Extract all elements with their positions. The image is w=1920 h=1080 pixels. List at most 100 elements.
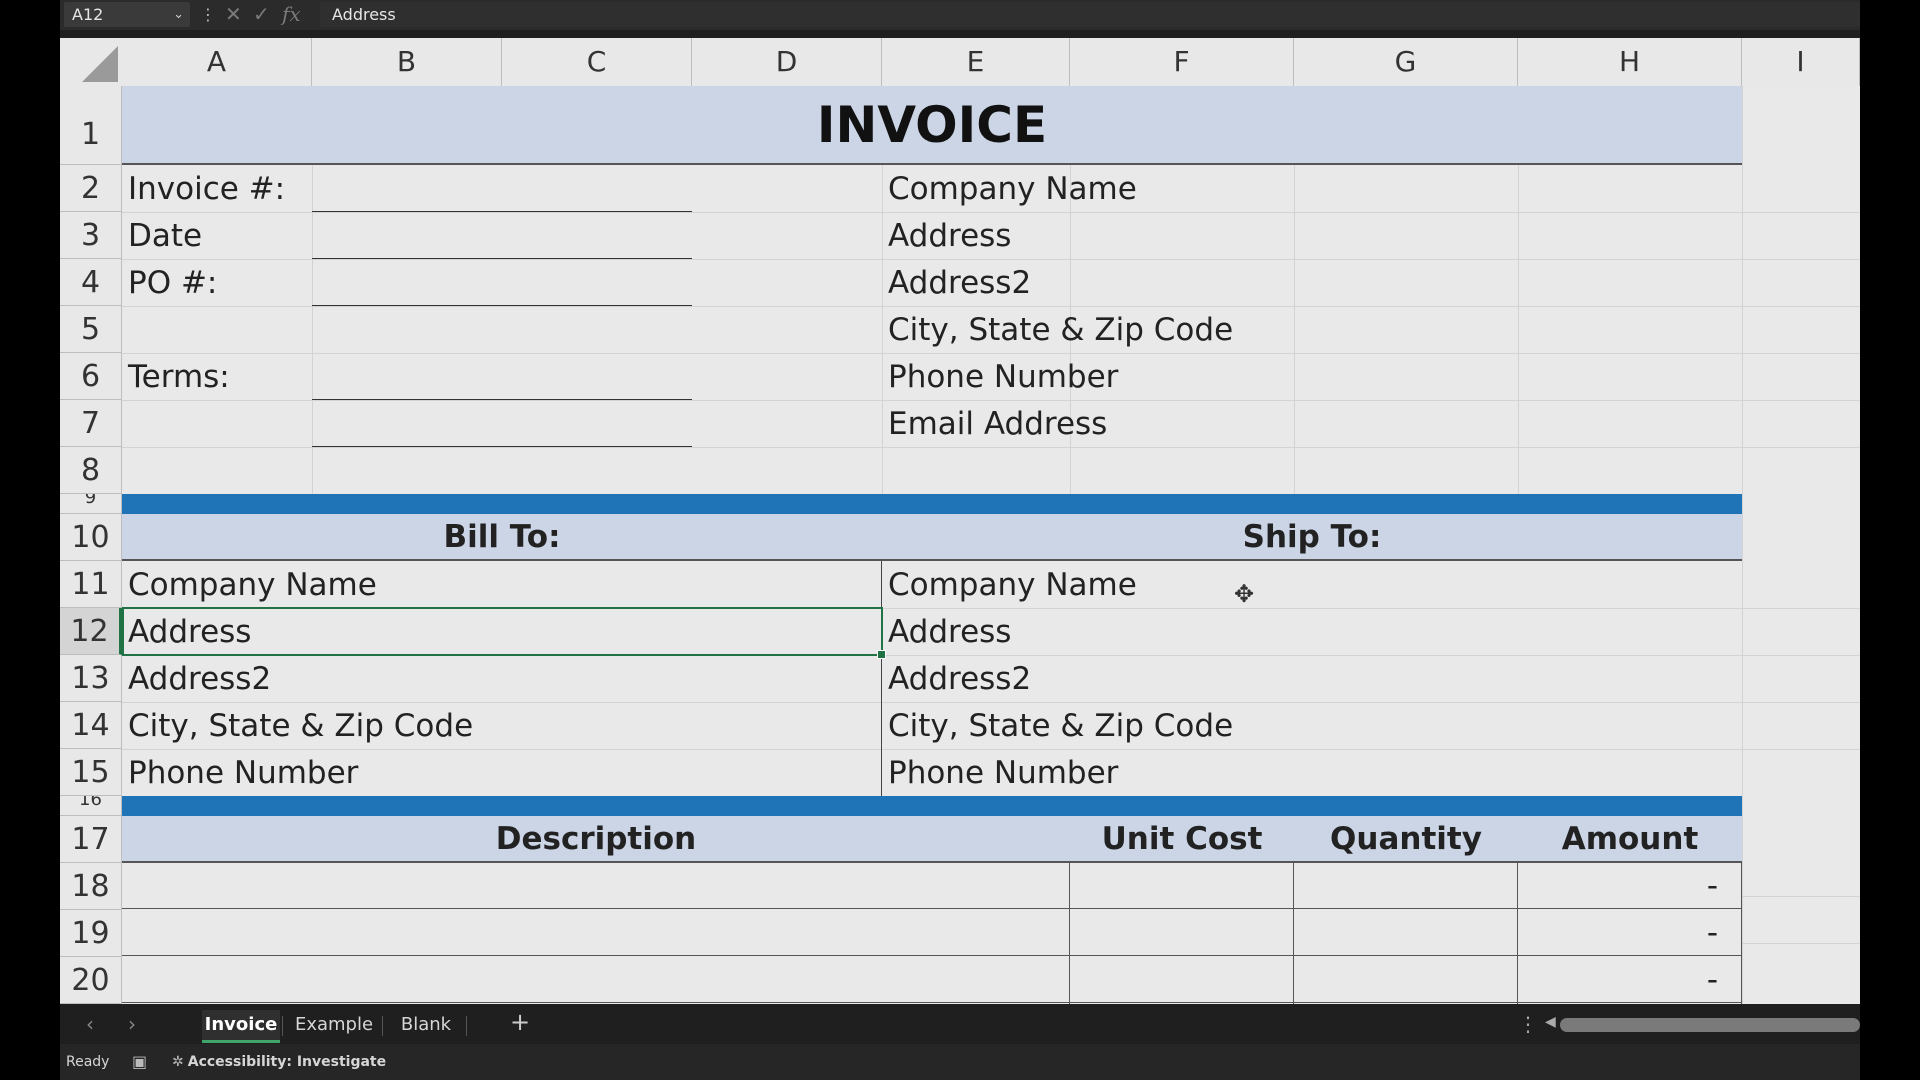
- company-name[interactable]: Company Name: [882, 165, 1282, 212]
- unit-cost-header[interactable]: Unit Cost: [1070, 816, 1294, 862]
- accessibility-label: Accessibility: Investigate: [187, 1054, 387, 1070]
- date-label[interactable]: Date: [122, 212, 312, 259]
- move-cursor-icon: ✥: [1234, 580, 1255, 608]
- accessibility-icon: ✲: [172, 1054, 184, 1070]
- border-line: [312, 211, 692, 212]
- horizontal-scrollbar[interactable]: [1560, 1018, 1860, 1032]
- border-line: [122, 955, 1742, 956]
- ship-to-city[interactable]: City, State & Zip Code: [882, 702, 1742, 749]
- row-header-13[interactable]: 13: [60, 655, 122, 702]
- row-header-3[interactable]: 3: [60, 212, 122, 259]
- scroll-left-icon[interactable]: ◀: [1545, 1014, 1556, 1030]
- column-header-i[interactable]: I: [1742, 38, 1860, 86]
- row-header-6[interactable]: 6: [60, 353, 122, 400]
- more-options-icon[interactable]: ⋮: [200, 2, 216, 27]
- invoice-title[interactable]: INVOICE: [122, 86, 1742, 164]
- column-header-e[interactable]: E: [882, 38, 1070, 86]
- row-header-1[interactable]: 1: [60, 86, 122, 165]
- row-header-2[interactable]: 2: [60, 165, 122, 212]
- tab-separator: [466, 1016, 467, 1036]
- name-box[interactable]: A12 ⌄: [64, 2, 190, 27]
- enter-icon[interactable]: ✓: [253, 2, 270, 27]
- row-header-12[interactable]: 12: [60, 608, 122, 655]
- po-number-label[interactable]: PO #:: [122, 259, 312, 306]
- column-header-g[interactable]: G: [1294, 38, 1518, 86]
- amount-header[interactable]: Amount: [1518, 816, 1742, 862]
- ship-to-header[interactable]: Ship To:: [882, 514, 1742, 560]
- chevron-down-icon[interactable]: ⌄: [173, 2, 184, 27]
- row-header-11[interactable]: 11: [60, 561, 122, 608]
- column-header-d[interactable]: D: [692, 38, 882, 86]
- amount-cell[interactable]: -: [1518, 910, 1718, 956]
- description-header[interactable]: Description: [122, 816, 1070, 862]
- row-header-5[interactable]: 5: [60, 306, 122, 353]
- macro-recording-icon[interactable]: ▣: [132, 1052, 147, 1071]
- terms-label[interactable]: Terms:: [122, 353, 312, 400]
- sheet-tab-example[interactable]: Example: [288, 1010, 380, 1040]
- border-line: [1069, 863, 1070, 1004]
- ship-to-address[interactable]: Address: [882, 608, 1742, 655]
- row-header-9[interactable]: 9: [60, 494, 122, 514]
- ship-to-company[interactable]: Company Name: [882, 561, 1742, 608]
- column-header-a[interactable]: A: [122, 38, 312, 86]
- ship-to-address2[interactable]: Address2: [882, 655, 1742, 702]
- column-header-f[interactable]: F: [1070, 38, 1294, 86]
- gridline: [122, 447, 1860, 448]
- row-header-8[interactable]: 8: [60, 447, 122, 494]
- tab-separator: [382, 1016, 383, 1036]
- amount-cell[interactable]: -: [1518, 863, 1718, 909]
- add-sheet-icon[interactable]: +: [510, 1008, 530, 1036]
- gridline: [1742, 86, 1743, 1004]
- select-all-button[interactable]: [60, 38, 122, 86]
- row-header-4[interactable]: 4: [60, 259, 122, 306]
- company-address[interactable]: Address: [882, 212, 1282, 259]
- border-line: [312, 258, 692, 259]
- row-header-14[interactable]: 14: [60, 702, 122, 749]
- row-header-10[interactable]: 10: [60, 514, 122, 561]
- company-email[interactable]: Email Address: [882, 400, 1282, 447]
- bill-to-company[interactable]: Company Name: [122, 561, 882, 608]
- status-ready: Ready: [66, 1054, 110, 1070]
- quantity-header[interactable]: Quantity: [1294, 816, 1518, 862]
- column-header-c[interactable]: C: [502, 38, 692, 86]
- more-options-icon[interactable]: ⋮: [1518, 1012, 1538, 1036]
- accessibility-status[interactable]: ✲ Accessibility: Investigate: [172, 1054, 386, 1070]
- ship-to-phone[interactable]: Phone Number: [882, 749, 1742, 796]
- previous-sheet-icon[interactable]: ‹: [86, 1012, 94, 1036]
- status-bar: Ready ▣ ✲ Accessibility: Investigate: [60, 1044, 1860, 1080]
- cancel-icon[interactable]: ✕: [225, 2, 242, 27]
- fill-handle[interactable]: [877, 650, 886, 659]
- insert-function-icon[interactable]: fx: [282, 2, 301, 27]
- row-header-15[interactable]: 15: [60, 749, 122, 796]
- gridline: [1518, 165, 1519, 494]
- formula-input[interactable]: Address: [320, 2, 1860, 27]
- excel-window: A12 ⌄ ⋮ ✕ ✓ fx Address A B C D E F G H I…: [60, 0, 1860, 1080]
- row-header-7[interactable]: 7: [60, 400, 122, 447]
- separator-band: [122, 796, 1742, 816]
- company-city[interactable]: City, State & Zip Code: [882, 306, 1282, 353]
- bill-to-city[interactable]: City, State & Zip Code: [122, 702, 882, 749]
- border-line: [312, 305, 692, 306]
- bill-to-phone[interactable]: Phone Number: [122, 749, 882, 796]
- select-all-triangle-icon: [82, 46, 118, 82]
- amount-cell[interactable]: -: [1518, 957, 1718, 1003]
- worksheet-grid[interactable]: INVOICE Invoice #: Date PO #: Terms: Com…: [122, 86, 1860, 1004]
- invoice-number-label[interactable]: Invoice #:: [122, 165, 312, 212]
- row-header-18[interactable]: 18: [60, 863, 122, 910]
- company-address2[interactable]: Address2: [882, 259, 1282, 306]
- bill-to-address2[interactable]: Address2: [122, 655, 882, 702]
- border-line: [1741, 863, 1742, 1004]
- sheet-tab-blank[interactable]: Blank: [388, 1010, 464, 1040]
- column-header-b[interactable]: B: [312, 38, 502, 86]
- column-header-h[interactable]: H: [1518, 38, 1742, 86]
- row-header-16[interactable]: 16: [60, 796, 122, 816]
- bill-to-header[interactable]: Bill To:: [122, 514, 882, 560]
- sheet-tab-invoice[interactable]: Invoice: [202, 1010, 280, 1043]
- row-header-20[interactable]: 20: [60, 957, 122, 1004]
- row-header-19[interactable]: 19: [60, 910, 122, 957]
- active-cell-selection[interactable]: [122, 607, 883, 656]
- company-phone[interactable]: Phone Number: [882, 353, 1282, 400]
- row-header-17[interactable]: 17: [60, 816, 122, 863]
- border-line: [312, 399, 692, 400]
- next-sheet-icon[interactable]: ›: [128, 1012, 136, 1036]
